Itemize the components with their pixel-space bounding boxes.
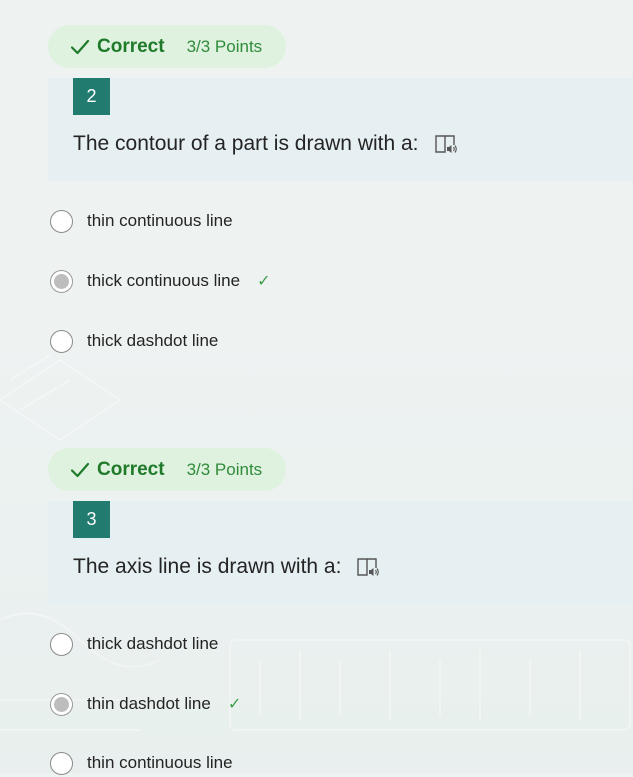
result-label: Correct: [97, 35, 165, 57]
radio-button[interactable]: [50, 329, 73, 353]
option-label: thin continuous line: [87, 753, 233, 772]
question-number: 2: [73, 78, 110, 115]
option-label: thick dashdot line: [87, 634, 219, 653]
correct-check-icon: ✓: [257, 273, 271, 290]
check-icon: [70, 462, 90, 477]
option-label: thin continuous line: [87, 211, 233, 230]
question-text-row: The contour of a part is drawn with a:: [73, 129, 458, 159]
question-card: 3 The axis line is drawn with a:: [48, 501, 633, 604]
points-label: 3/3 Points: [186, 36, 263, 56]
option-label: thick dashdot line: [87, 331, 219, 350]
radio-button-selected[interactable]: [50, 269, 73, 293]
question-text: The contour of a part is drawn with a:: [73, 132, 419, 155]
correct-check-icon: ✓: [227, 696, 242, 713]
check-icon: [70, 39, 90, 54]
immersive-reader-icon[interactable]: [434, 133, 458, 155]
radio-button[interactable]: [50, 751, 73, 775]
radio-button[interactable]: [50, 209, 73, 233]
question-text-row: The axis line is drawn with a:: [73, 552, 380, 582]
answer-option-selected[interactable]: thin dashdot line ✓: [50, 690, 241, 718]
answer-option[interactable]: thick dashdot line: [50, 630, 218, 658]
radio-button-selected[interactable]: [50, 692, 73, 716]
answer-option-selected[interactable]: thick continuous line ✓: [50, 267, 271, 295]
result-pill: Correct 3/3 Points: [48, 25, 286, 68]
points-label: 3/3 Points: [186, 459, 263, 479]
question-number: 3: [73, 501, 110, 538]
option-label: thin dashdot line: [87, 694, 211, 713]
option-label: thick continuous line: [87, 271, 241, 290]
question-card: 2 The contour of a part is drawn with a:: [48, 78, 633, 181]
question-text: The axis line is drawn with a:: [73, 555, 342, 578]
answer-option[interactable]: thin continuous line: [50, 207, 233, 235]
answer-option[interactable]: thick dashdot line: [50, 327, 218, 355]
immersive-reader-icon[interactable]: [356, 556, 380, 578]
result-label: Correct: [97, 458, 165, 480]
result-pill: Correct 3/3 Points: [48, 448, 286, 491]
radio-button[interactable]: [50, 632, 73, 656]
